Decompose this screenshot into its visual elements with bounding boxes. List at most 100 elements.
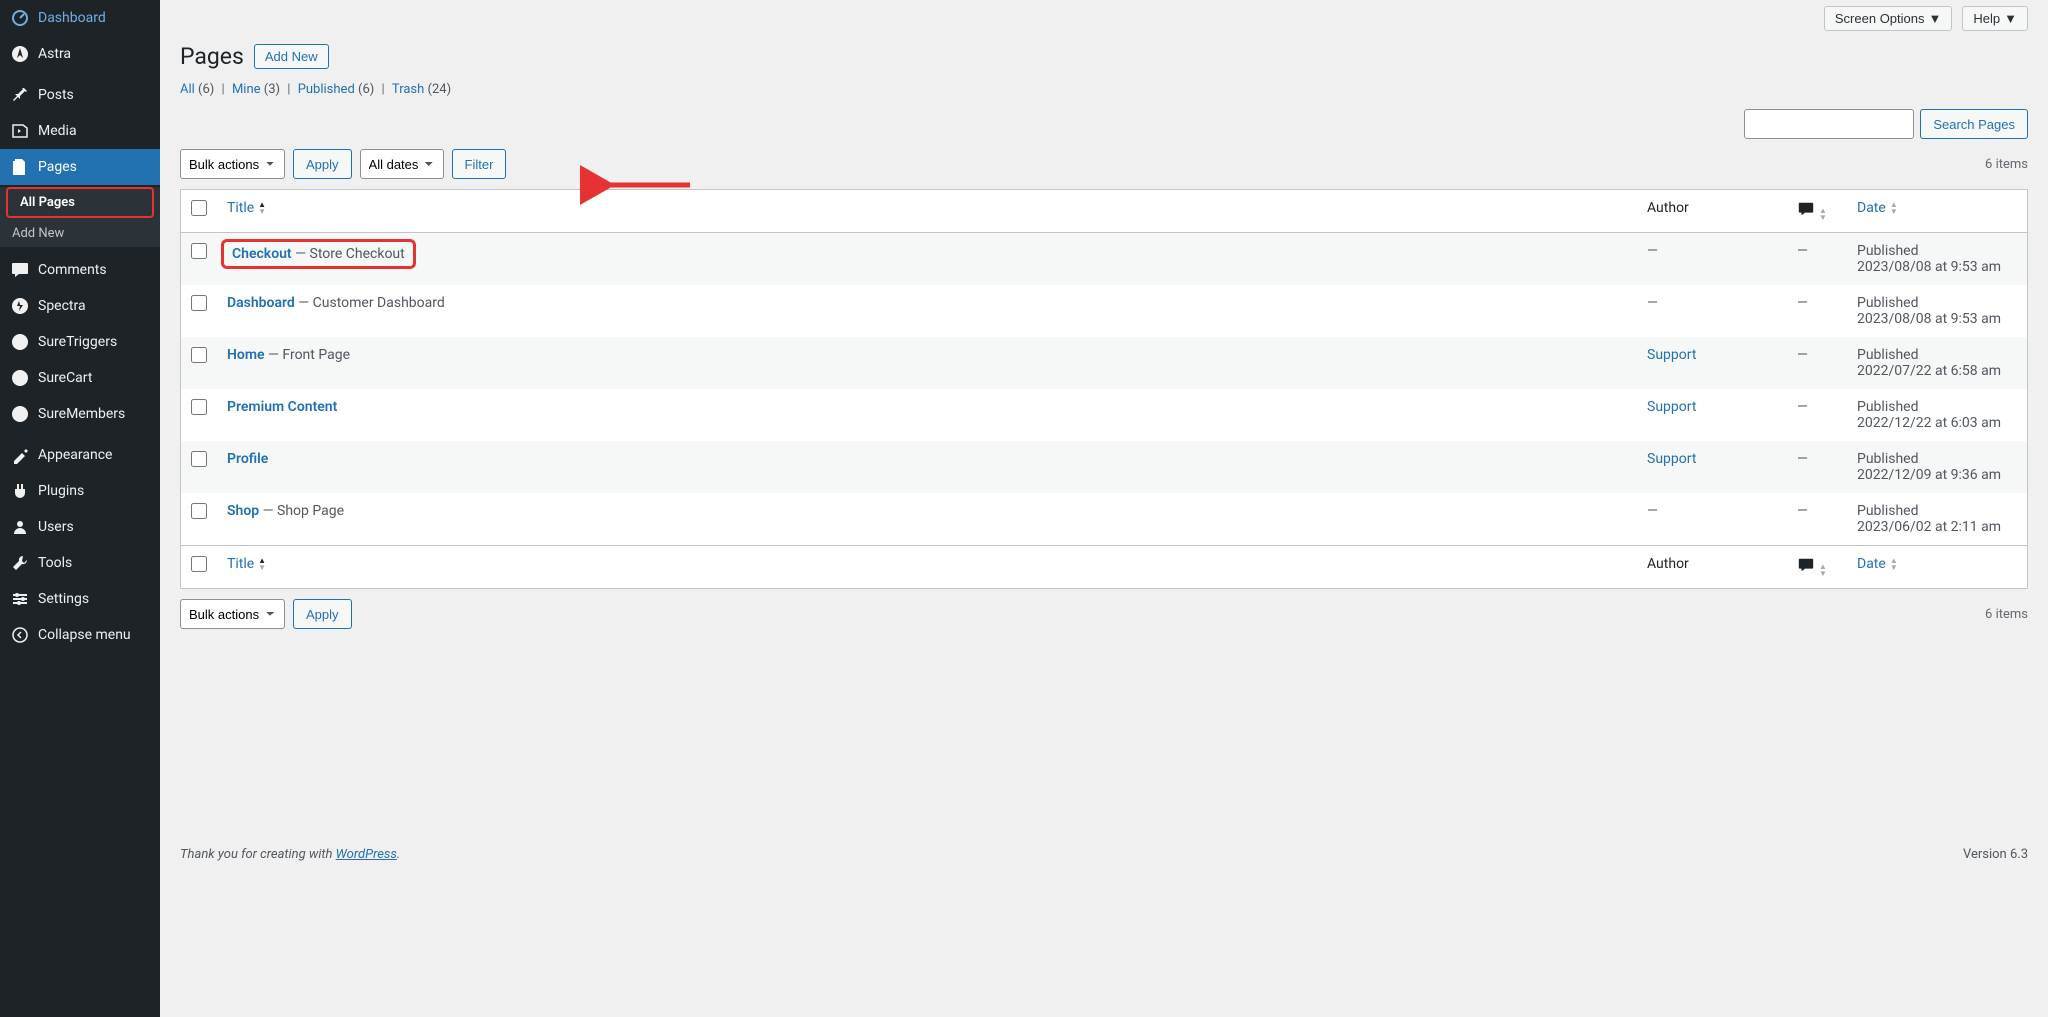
sidebar-item-pages[interactable]: Pages bbox=[0, 149, 160, 185]
sidebar-item-tools[interactable]: Tools bbox=[0, 545, 160, 581]
col-comments-footer[interactable]: ▲▼ bbox=[1787, 545, 1847, 588]
page-title-suffix: — Shop Page bbox=[259, 503, 344, 519]
status-text: Published bbox=[1857, 451, 1918, 467]
page-title-link[interactable]: Dashboard bbox=[227, 295, 295, 311]
sidebar-item-astra[interactable]: Astra bbox=[0, 36, 160, 72]
sidebar-item-surecart[interactable]: SureCart bbox=[0, 360, 160, 396]
col-author[interactable]: Author bbox=[1637, 190, 1787, 233]
sidebar-item-plugins[interactable]: Plugins bbox=[0, 473, 160, 509]
sidebar-item-appearance[interactable]: Appearance bbox=[0, 437, 160, 473]
astra-icon bbox=[10, 44, 30, 64]
table-row: Checkout — Store Checkout——Published2023… bbox=[181, 233, 2027, 285]
author-link[interactable]: Support bbox=[1647, 347, 1696, 363]
sidebar-item-label: Media bbox=[38, 123, 77, 139]
sort-down-icon: ▼ bbox=[1819, 570, 1827, 577]
filter-button[interactable]: Filter bbox=[452, 149, 507, 179]
users-icon bbox=[10, 517, 30, 537]
row-checkbox[interactable] bbox=[191, 295, 207, 311]
plugins-icon bbox=[10, 481, 30, 501]
col-title[interactable]: Title▲▼ bbox=[217, 190, 1637, 233]
sort-down-icon: ▼ bbox=[1819, 214, 1827, 221]
wordpress-link[interactable]: WordPress bbox=[336, 847, 397, 862]
date-text: 2023/08/08 at 9:53 am bbox=[1857, 311, 2001, 327]
apply-button[interactable]: Apply bbox=[293, 149, 352, 179]
sidebar-item-label: Plugins bbox=[38, 483, 84, 499]
row-checkbox[interactable] bbox=[191, 347, 207, 363]
caret-down-icon: ▼ bbox=[1929, 11, 1942, 26]
bulk-actions-select-bottom[interactable]: Bulk actions bbox=[180, 599, 285, 629]
search-input[interactable] bbox=[1744, 109, 1914, 139]
sidebar-item-dashboard[interactable]: Dashboard bbox=[0, 0, 160, 36]
sidebar-item-spectra[interactable]: Spectra bbox=[0, 288, 160, 324]
row-checkbox[interactable] bbox=[191, 243, 207, 259]
search-button[interactable]: Search Pages bbox=[1920, 109, 2028, 139]
filter-published[interactable]: Published bbox=[298, 82, 355, 97]
sidebar-item-media[interactable]: Media bbox=[0, 113, 160, 149]
sidebar-item-label: Dashboard bbox=[38, 10, 106, 26]
sort-down-icon: ▼ bbox=[258, 564, 266, 571]
appearance-icon bbox=[10, 445, 30, 465]
sidebar-item-label: Astra bbox=[38, 46, 71, 62]
col-author-footer[interactable]: Author bbox=[1637, 545, 1787, 588]
col-title-footer[interactable]: Title▲▼ bbox=[217, 545, 1637, 588]
col-date-footer[interactable]: Date▲▼ bbox=[1847, 545, 2027, 588]
sidebar-item-collapse-menu[interactable]: Collapse menu bbox=[0, 617, 160, 653]
status-text: Published bbox=[1857, 503, 1918, 519]
filter-mine[interactable]: Mine bbox=[232, 82, 261, 97]
caret-down-icon: ▼ bbox=[2004, 11, 2017, 26]
sidebar-item-users[interactable]: Users bbox=[0, 509, 160, 545]
main-content: Screen Options ▼ Help ▼ Pages Add New Al… bbox=[160, 0, 2048, 1017]
date-filter-select[interactable]: All dates bbox=[360, 149, 444, 179]
page-title-link[interactable]: Shop bbox=[227, 503, 259, 519]
sidebar-item-suremembers[interactable]: SureMembers bbox=[0, 396, 160, 432]
submenu-item-add-new[interactable]: Add New bbox=[0, 220, 160, 247]
table-row: ProfileSupport—Published2022/12/09 at 9:… bbox=[181, 441, 2027, 493]
comments-cell: — bbox=[1787, 389, 1847, 441]
status-text: Published bbox=[1857, 347, 1918, 363]
sidebar-item-label: SureMembers bbox=[38, 406, 125, 422]
comments-cell: — bbox=[1787, 233, 1847, 285]
bulk-actions-select[interactable]: Bulk actions bbox=[180, 149, 285, 179]
sidebar-item-settings[interactable]: Settings bbox=[0, 581, 160, 617]
select-all-checkbox[interactable] bbox=[191, 200, 207, 216]
comments-cell: — bbox=[1787, 285, 1847, 337]
filter-all[interactable]: All bbox=[180, 82, 195, 97]
col-date[interactable]: Date▲▼ bbox=[1847, 190, 2027, 233]
row-checkbox[interactable] bbox=[191, 399, 207, 415]
submenu-item-all-pages[interactable]: All Pages bbox=[6, 187, 154, 218]
help-button[interactable]: Help ▼ bbox=[1962, 6, 2028, 31]
date-text: 2022/07/22 at 6:58 am bbox=[1857, 363, 2001, 379]
date-text: 2022/12/09 at 9:36 am bbox=[1857, 467, 2001, 483]
page-title-link[interactable]: Profile bbox=[227, 451, 268, 467]
filter-trash[interactable]: Trash bbox=[392, 82, 424, 97]
footer: Thank you for creating with WordPress. V… bbox=[180, 829, 2028, 880]
add-new-button[interactable]: Add New bbox=[254, 44, 329, 69]
page-title-link[interactable]: Checkout bbox=[232, 246, 292, 262]
sidebar-item-comments[interactable]: Comments bbox=[0, 252, 160, 288]
col-comments[interactable]: ▲▼ bbox=[1787, 190, 1847, 233]
page-title-link[interactable]: Home bbox=[227, 347, 265, 363]
apply-button-bottom[interactable]: Apply bbox=[293, 599, 352, 629]
pin-icon bbox=[10, 85, 30, 105]
select-all-checkbox-footer[interactable] bbox=[191, 556, 207, 572]
date-text: 2022/12/22 at 6:03 am bbox=[1857, 415, 2001, 431]
sidebar-item-label: Posts bbox=[38, 87, 74, 103]
page-title-link[interactable]: Premium Content bbox=[227, 399, 337, 415]
table-row: Premium ContentSupport—Published2022/12/… bbox=[181, 389, 2027, 441]
items-count-bottom: 6 items bbox=[1985, 607, 2028, 622]
sidebar-item-label: Tools bbox=[38, 555, 72, 571]
sort-down-icon: ▼ bbox=[1890, 208, 1898, 215]
screen-options-button[interactable]: Screen Options ▼ bbox=[1824, 6, 1952, 31]
author-link[interactable]: Support bbox=[1647, 451, 1696, 467]
topbar: Screen Options ▼ Help ▼ bbox=[180, 0, 2028, 37]
surecart-icon bbox=[10, 368, 30, 388]
sidebar-item-suretriggers[interactable]: SureTriggers bbox=[0, 324, 160, 360]
sidebar-item-label: Pages bbox=[38, 159, 77, 175]
items-count: 6 items bbox=[1985, 157, 2028, 172]
row-checkbox[interactable] bbox=[191, 451, 207, 467]
suremembers-icon bbox=[10, 404, 30, 424]
sidebar-item-posts[interactable]: Posts bbox=[0, 77, 160, 113]
author-link[interactable]: Support bbox=[1647, 399, 1696, 415]
row-checkbox[interactable] bbox=[191, 503, 207, 519]
comment-icon bbox=[1797, 556, 1815, 574]
